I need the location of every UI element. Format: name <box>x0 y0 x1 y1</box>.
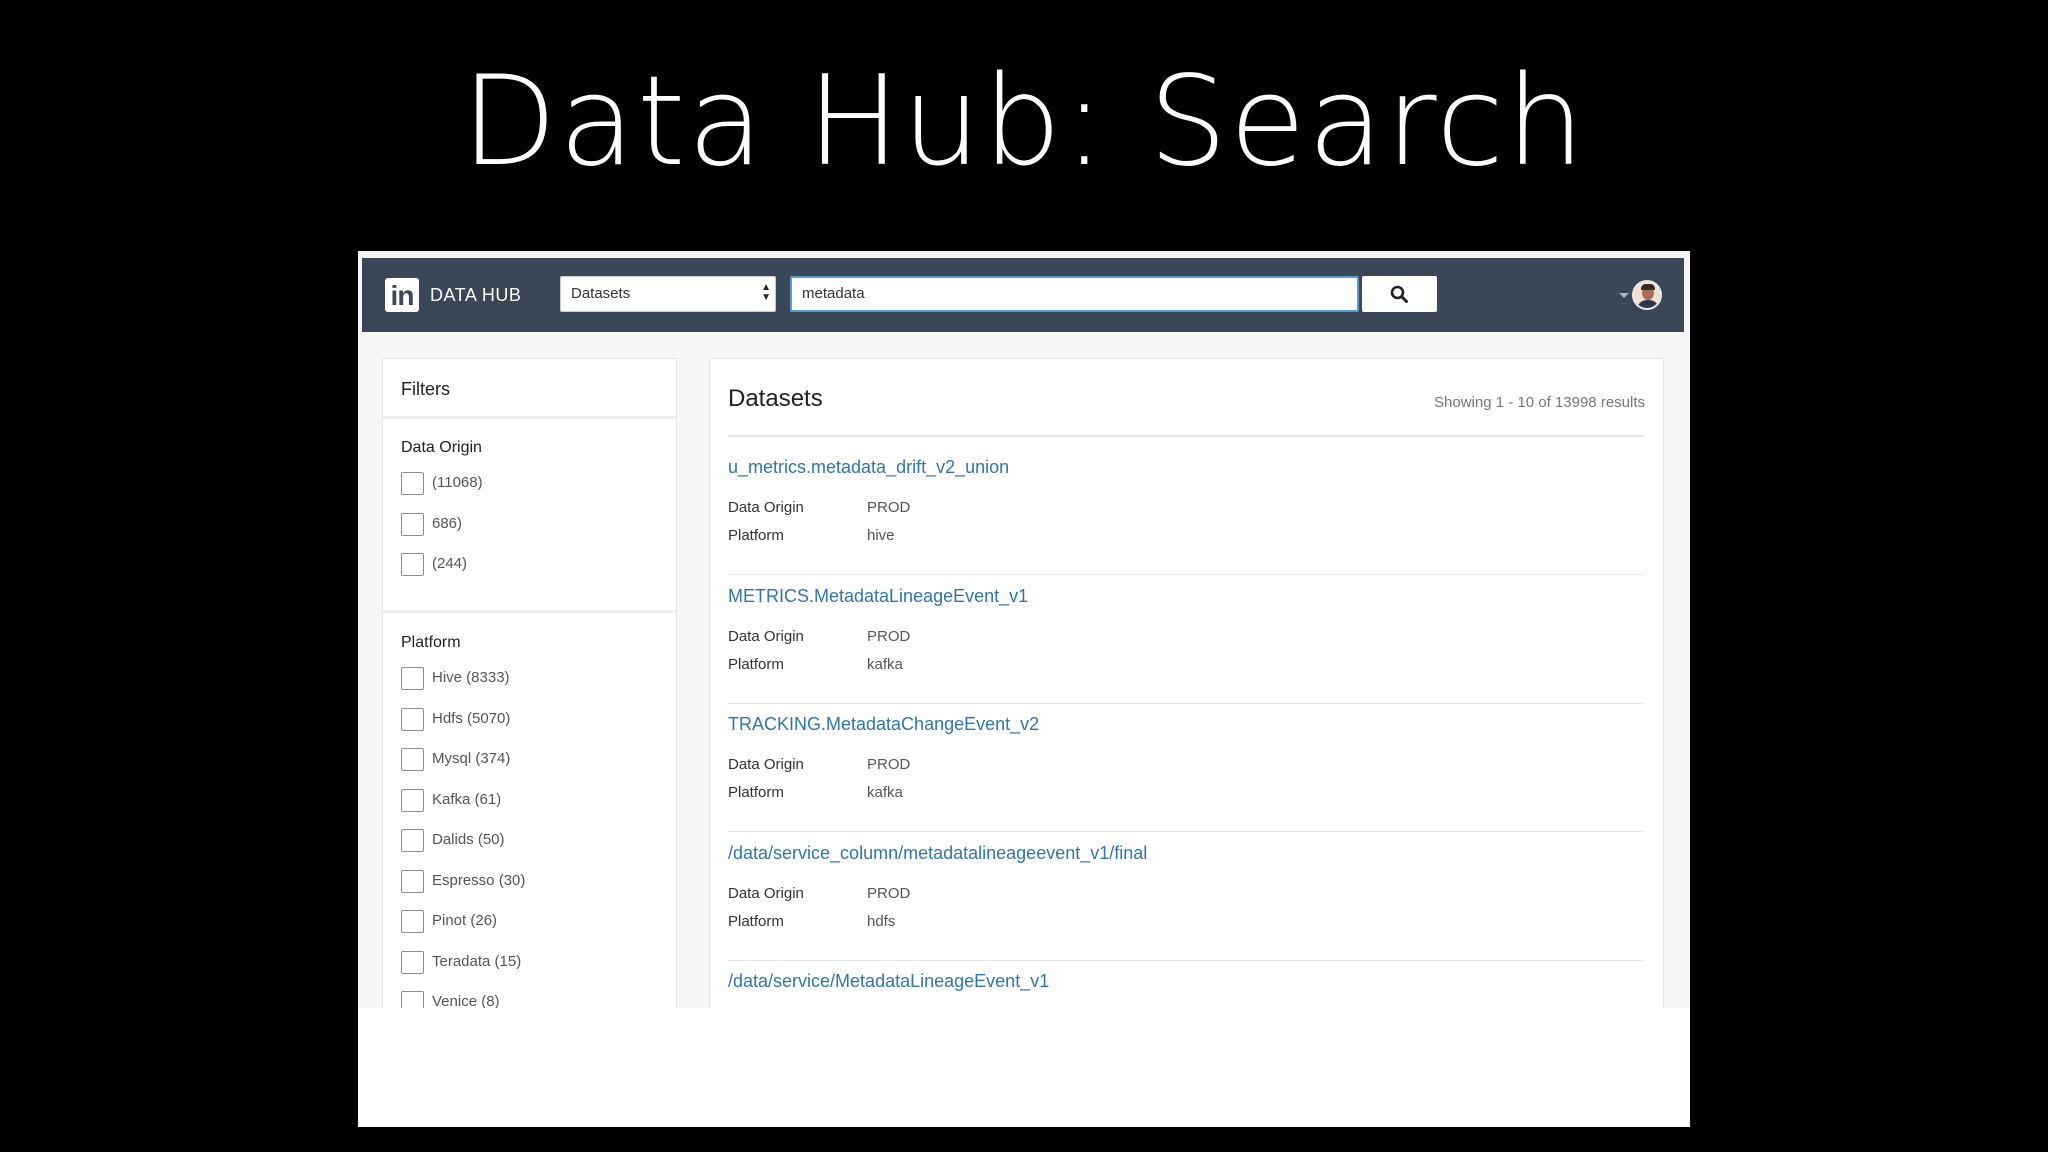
checkbox[interactable] <box>401 991 424 1008</box>
meta-value: PROD <box>867 885 911 902</box>
checkbox[interactable] <box>401 667 424 690</box>
divider <box>728 960 1644 961</box>
checkbox[interactable] <box>401 708 424 731</box>
brand-name[interactable]: DATA HUB <box>430 283 521 307</box>
results-panel: Datasets Showing 1 - 10 of 13998 results… <box>709 358 1664 1008</box>
meta-key: Platform <box>728 656 784 673</box>
data-origin-title: Data Origin <box>401 439 482 456</box>
divider <box>728 703 1644 704</box>
divider <box>383 416 676 419</box>
search-button[interactable] <box>1362 276 1437 312</box>
option-label: 686) <box>432 515 463 532</box>
results-title: Datasets <box>728 385 823 412</box>
filters-panel: Filters Data Origin (11068) 686) (244) P… <box>382 358 677 1008</box>
result-title-link[interactable]: METRICS.MetadataLineageEvent_v1 <box>728 586 1028 607</box>
option-label: Dalids (50) <box>432 831 505 848</box>
option-label: Mysql (374) <box>432 750 511 767</box>
checkbox[interactable] <box>401 951 424 974</box>
user-menu-caret-icon[interactable] <box>1619 293 1629 298</box>
meta-value: kafka <box>867 784 903 801</box>
result-title-link[interactable]: /data/service_column/metadatalineageeven… <box>728 843 1147 864</box>
meta-key: Data Origin <box>728 499 804 516</box>
option-label: Venice (8) <box>432 993 500 1008</box>
platform-title: Platform <box>401 634 461 651</box>
option-label: Hive (8333) <box>432 669 510 686</box>
result-title-link[interactable]: u_metrics.metadata_drift_v2_union <box>728 457 1009 478</box>
meta-value: PROD <box>867 756 911 773</box>
filters-title: Filters <box>401 379 450 399</box>
meta-value: PROD <box>867 499 911 516</box>
search-input[interactable]: metadata <box>790 276 1359 312</box>
user-avatar[interactable] <box>1632 280 1662 310</box>
meta-value: hdfs <box>867 913 896 930</box>
meta-key: Data Origin <box>728 628 804 645</box>
divider <box>383 610 676 613</box>
results-count: Showing 1 - 10 of 13998 results <box>1434 394 1645 411</box>
search-icon <box>1390 285 1408 303</box>
checkbox[interactable] <box>401 789 424 812</box>
result-title-link[interactable]: /data/service/MetadataLineageEvent_v1 <box>728 971 1049 992</box>
divider <box>728 574 1644 575</box>
meta-value: PROD <box>867 628 911 645</box>
app-screenshot: in DATA HUB Datasets ▲ ▼ metadata Filter… <box>358 251 1690 1127</box>
meta-value: hive <box>867 527 895 544</box>
meta-key: Data Origin <box>728 756 804 773</box>
linkedin-logo-icon[interactable]: in <box>385 278 419 312</box>
option-label: Kafka (61) <box>432 791 502 808</box>
option-label: (11068) <box>432 474 483 491</box>
option-label: Pinot (26) <box>432 912 498 929</box>
meta-value: kafka <box>867 656 903 673</box>
select-arrows-icon: ▲ ▼ <box>761 282 771 303</box>
meta-key: Data Origin <box>728 885 804 902</box>
search-input-value: metadata <box>802 285 865 302</box>
option-label: Teradata (15) <box>432 953 522 970</box>
top-navbar: in DATA HUB Datasets ▲ ▼ metadata <box>362 258 1684 332</box>
checkbox[interactable] <box>401 472 424 495</box>
app-frame: in DATA HUB Datasets ▲ ▼ metadata Filter… <box>358 251 1690 1008</box>
checkbox[interactable] <box>401 870 424 893</box>
slide-title: Data Hub: Search <box>461 50 1587 194</box>
option-label: Hdfs (5070) <box>432 710 511 727</box>
checkbox[interactable] <box>401 513 424 536</box>
option-label: (244) <box>432 555 468 572</box>
checkbox[interactable] <box>401 910 424 933</box>
meta-key: Platform <box>728 913 784 930</box>
divider <box>728 435 1644 437</box>
meta-key: Platform <box>728 527 784 544</box>
checkbox[interactable] <box>401 553 424 576</box>
divider <box>728 831 1644 832</box>
checkbox[interactable] <box>401 829 424 852</box>
result-title-link[interactable]: TRACKING.MetadataChangeEvent_v2 <box>728 714 1039 735</box>
checkbox[interactable] <box>401 748 424 771</box>
entity-type-select[interactable]: Datasets ▲ ▼ <box>560 276 776 312</box>
option-label: Espresso (30) <box>432 872 526 889</box>
entity-type-value: Datasets <box>571 285 631 302</box>
meta-key: Platform <box>728 784 784 801</box>
